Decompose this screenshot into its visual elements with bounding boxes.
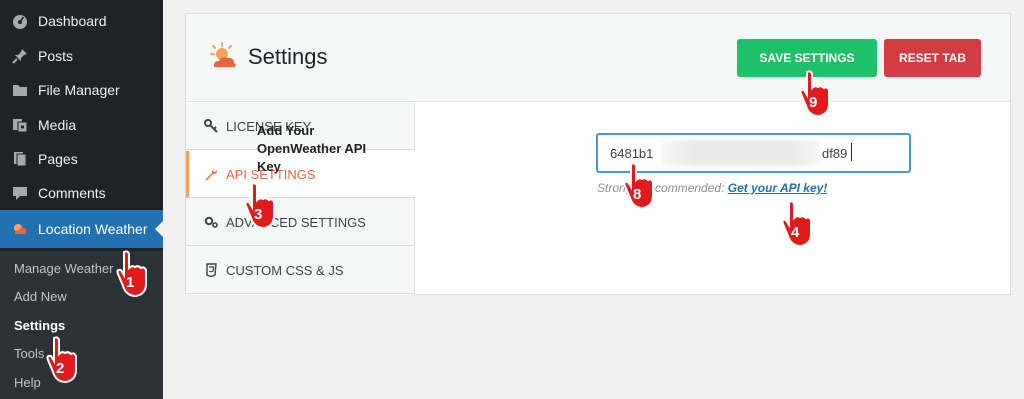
menu-item-file-manager[interactable]: File Manager <box>0 73 163 107</box>
submenu-add-new[interactable]: Add New <box>14 289 67 304</box>
marker-number: 9 <box>809 94 818 111</box>
menu-item-media[interactable]: Media <box>0 108 163 142</box>
menu-item-dashboard[interactable]: Dashboard <box>0 4 163 38</box>
marker-number: 8 <box>633 186 642 203</box>
menu-item-comments[interactable]: Comments <box>0 176 163 210</box>
marker-number: 3 <box>254 206 263 223</box>
menu-label: Pages <box>38 151 78 167</box>
step-marker-1: 1 <box>112 248 158 306</box>
dashboard-icon <box>11 12 29 30</box>
menu-item-pages[interactable]: Pages <box>0 142 163 176</box>
marker-number: 4 <box>791 224 800 241</box>
submenu-settings[interactable]: Settings <box>14 318 65 333</box>
api-key-suffix: df89 <box>822 146 848 161</box>
weather-logo-icon <box>208 41 240 73</box>
api-key-label: Add Your OpenWeather API Key <box>257 123 367 174</box>
menu-label: Comments <box>38 185 106 201</box>
key-icon <box>204 119 218 133</box>
step-marker-8: 8 <box>619 160 665 218</box>
menu-label: File Manager <box>38 82 120 98</box>
text-cursor <box>851 143 852 161</box>
pin-icon <box>11 47 29 65</box>
menu-label: Dashboard <box>38 13 107 29</box>
folder-icon <box>11 81 29 99</box>
menu-label: Posts <box>38 48 74 64</box>
step-marker-4: 4 <box>777 198 823 256</box>
media-icon <box>11 116 29 134</box>
tab-advanced-settings[interactable]: ADVANCED SETTINGS <box>186 199 414 246</box>
active-menu-indicator <box>155 221 163 237</box>
marker-number: 1 <box>126 274 135 291</box>
step-marker-2: 2 <box>42 334 88 392</box>
menu-label: Media <box>38 117 77 133</box>
weather-icon <box>11 220 29 238</box>
tab-label: CUSTOM CSS & JS <box>226 262 344 278</box>
menu-item-location-weather[interactable]: Location Weather <box>0 210 163 248</box>
comment-icon <box>11 184 29 202</box>
tab-custom-css-js[interactable]: CUSTOM CSS & JS <box>186 247 414 294</box>
step-marker-9: 9 <box>795 68 841 126</box>
css3-icon <box>204 263 218 277</box>
settings-header: Settings SAVE SETTINGS RESET TAB <box>186 14 1010 102</box>
submenu-help[interactable]: Help <box>14 375 41 390</box>
marker-number: 2 <box>56 360 65 377</box>
pages-icon <box>11 150 29 168</box>
menu-item-posts[interactable]: Posts <box>0 39 163 73</box>
redacted-key-blur <box>662 140 820 166</box>
wrench-icon <box>204 167 218 181</box>
menu-label: Location Weather <box>38 221 148 237</box>
page-title: Settings <box>248 44 328 69</box>
gears-icon <box>204 215 218 229</box>
submenu-manage-weather[interactable]: Manage Weather <box>14 261 114 276</box>
reset-tab-button[interactable]: RESET TAB <box>884 39 981 77</box>
submenu-tools[interactable]: Tools <box>14 346 44 361</box>
get-api-key-link[interactable]: Get your API key! <box>728 181 828 195</box>
step-marker-3: 3 <box>240 180 286 238</box>
